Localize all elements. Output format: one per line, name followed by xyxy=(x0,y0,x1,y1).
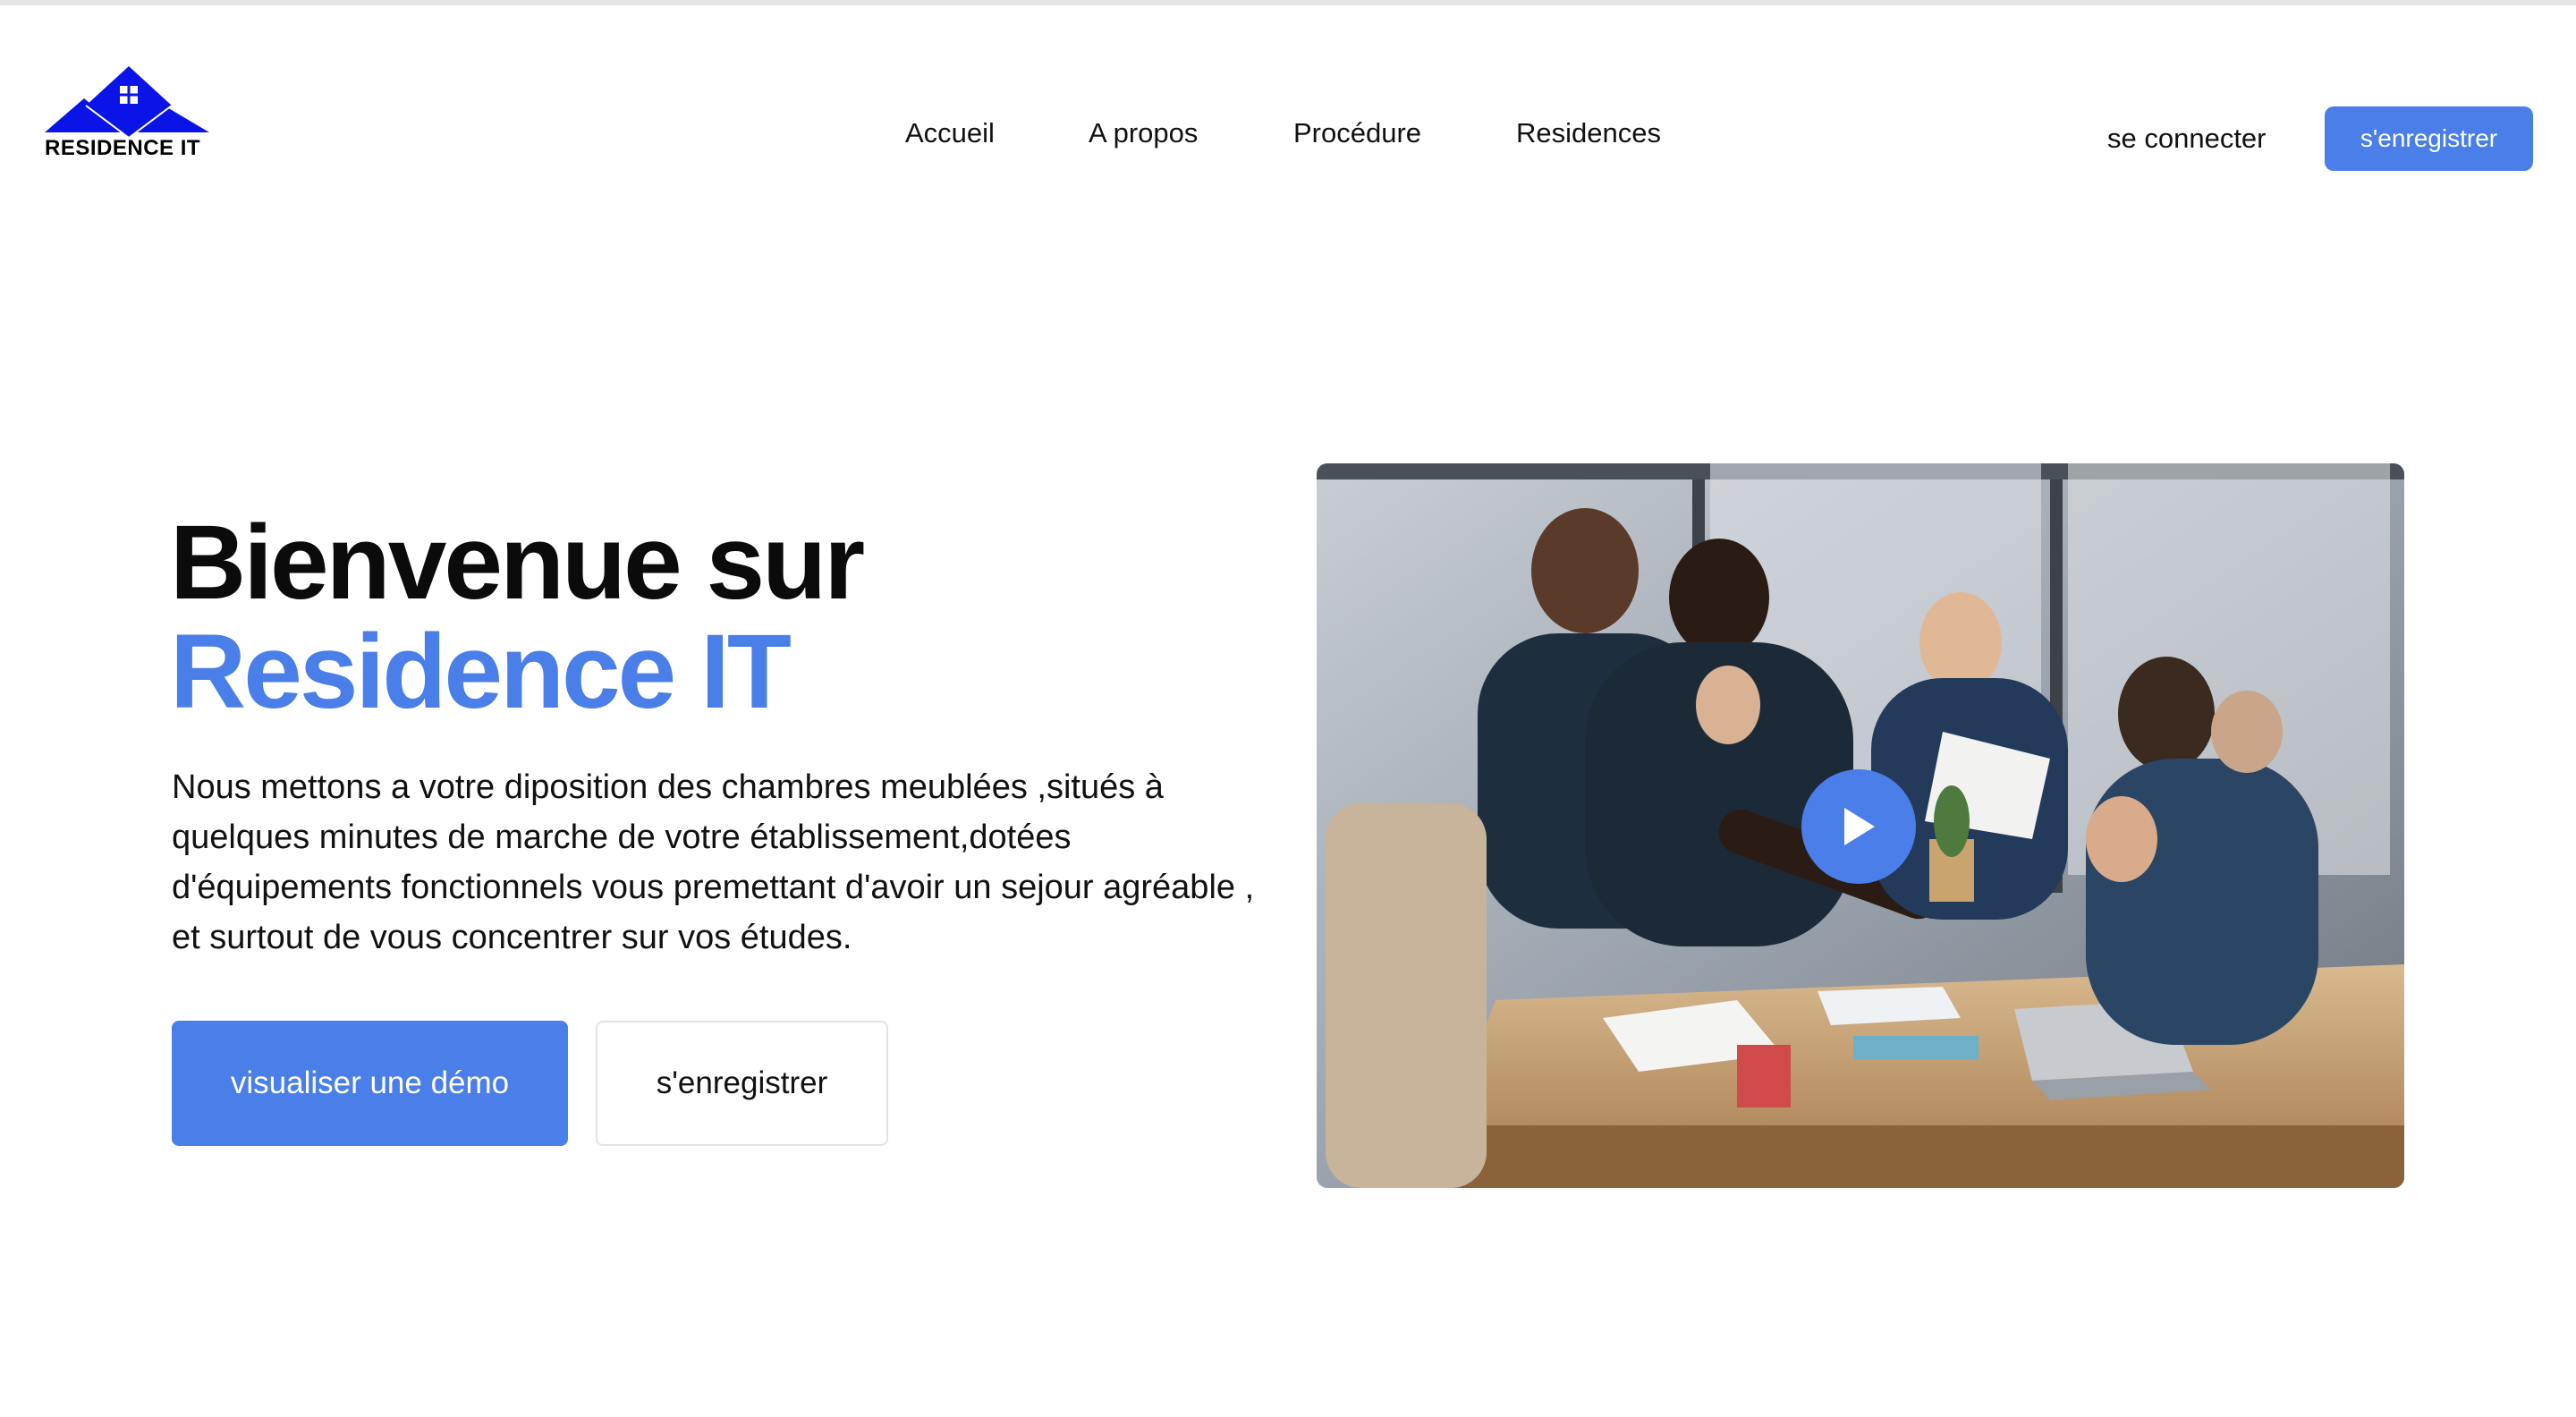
login-link[interactable]: se connecter xyxy=(2107,123,2267,155)
hero-title: Bienvenue sur Residence IT xyxy=(170,504,865,731)
hero-title-line1: Bienvenue sur xyxy=(170,504,865,622)
hero-video[interactable] xyxy=(1317,463,2404,1188)
header-register-button[interactable]: s'enregistrer xyxy=(2325,106,2533,171)
nav-link-procedure[interactable]: Procédure xyxy=(1293,117,1421,149)
play-button[interactable] xyxy=(1801,769,1916,884)
hero-register-button[interactable]: s'enregistrer xyxy=(596,1021,888,1146)
demo-button[interactable]: visualiser une démo xyxy=(172,1021,568,1146)
hero-description: Nous mettons a votre diposition des cham… xyxy=(172,768,1255,956)
play-icon xyxy=(1844,808,1875,845)
nav-link-a-propos[interactable]: A propos xyxy=(1089,117,1198,149)
hero-title-line2: Residence IT xyxy=(170,613,792,731)
nav-link-accueil[interactable]: Accueil xyxy=(905,117,995,149)
nav-link-residences[interactable]: Residences xyxy=(1516,117,1661,149)
site-header: RESIDENCE IT Accueil A propos Procédure … xyxy=(0,5,2576,171)
